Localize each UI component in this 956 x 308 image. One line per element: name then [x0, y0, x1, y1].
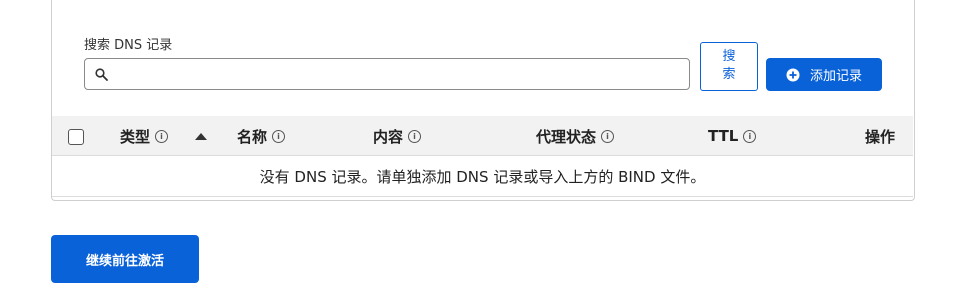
search-input[interactable] — [84, 58, 690, 90]
column-type[interactable]: 类型 i — [120, 116, 169, 156]
column-content-label: 内容 — [373, 127, 404, 146]
search-button-label-2: 索 — [722, 67, 736, 82]
sort-ascending-icon[interactable] — [195, 133, 207, 140]
column-name[interactable]: 名称 i — [237, 116, 286, 156]
search-button[interactable]: 搜 索 — [700, 42, 758, 91]
add-record-button[interactable]: 添加记录 — [766, 58, 882, 91]
column-ttl-label: TTL — [708, 127, 739, 145]
info-icon[interactable]: i — [601, 129, 615, 143]
empty-state-message: 没有 DNS 记录。请单独添加 DNS 记录或导入上方的 BIND 文件。 — [52, 157, 913, 197]
column-actions: 操作 — [865, 116, 895, 156]
search-icon — [95, 68, 108, 81]
column-content[interactable]: 内容 i — [373, 116, 422, 156]
continue-button-label: 继续前往激活 — [85, 253, 164, 269]
info-icon[interactable]: i — [408, 129, 422, 143]
column-proxy-status[interactable]: 代理状态 i — [536, 116, 615, 156]
info-icon[interactable]: i — [743, 129, 757, 143]
plus-circle-icon — [786, 68, 800, 81]
column-proxy-status-label: 代理状态 — [536, 127, 597, 146]
select-all-checkbox[interactable] — [68, 129, 84, 145]
continue-to-activation-button[interactable]: 继续前往激活 — [51, 235, 199, 283]
column-ttl[interactable]: TTL i — [708, 116, 757, 156]
info-icon[interactable]: i — [155, 129, 169, 143]
info-icon[interactable]: i — [272, 129, 286, 143]
search-label: 搜索 DNS 记录 — [84, 38, 173, 53]
table-header: 类型 i 名称 i 内容 i 代理状态 i TTL i 操作 — [52, 116, 913, 156]
column-name-label: 名称 — [237, 127, 268, 146]
column-type-label: 类型 — [120, 127, 151, 146]
search-button-label-1: 搜 — [722, 49, 736, 64]
column-actions-label: 操作 — [865, 127, 896, 146]
add-record-label: 添加记录 — [809, 69, 862, 84]
